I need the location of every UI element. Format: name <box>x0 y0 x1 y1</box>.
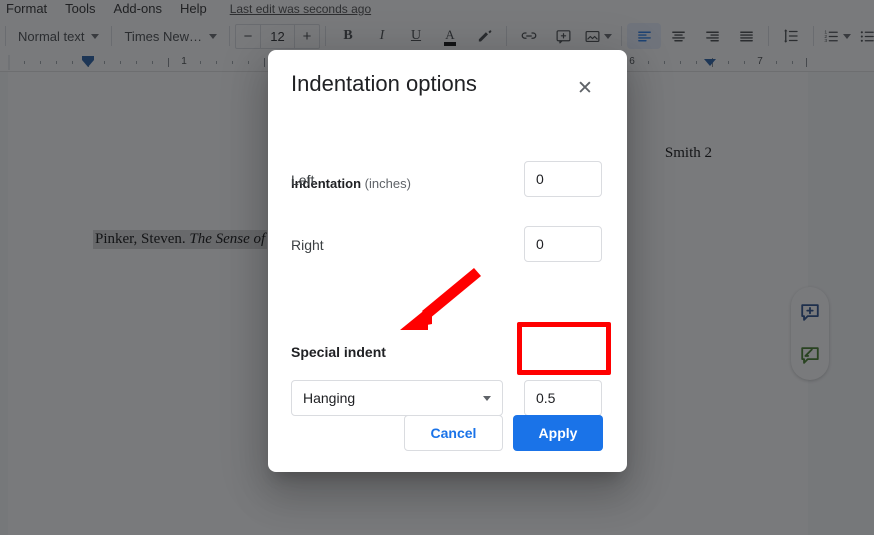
red-highlight-box <box>517 322 611 375</box>
close-icon[interactable]: ✕ <box>573 76 597 100</box>
dialog-title: Indentation options <box>291 71 477 96</box>
special-indent-type-value: Hanging <box>303 390 356 406</box>
chevron-down-icon <box>483 395 491 401</box>
left-indent-label: Left <box>291 172 315 188</box>
indentation-unit-text: (inches) <box>364 176 411 191</box>
cancel-button[interactable]: Cancel <box>404 415 503 451</box>
left-indent-input[interactable]: 0 <box>524 161 602 197</box>
screen: Format Tools Add-ons Help Last edit was … <box>0 0 874 535</box>
red-pointer-arrow <box>400 268 481 330</box>
apply-button[interactable]: Apply <box>513 415 603 451</box>
right-indent-label: Right <box>291 237 324 253</box>
special-indent-label: Special indent <box>291 344 386 360</box>
right-indent-input[interactable]: 0 <box>524 226 602 262</box>
special-indent-type-select[interactable]: Hanging <box>291 380 503 416</box>
special-indent-value-input[interactable]: 0.5 <box>524 380 602 416</box>
